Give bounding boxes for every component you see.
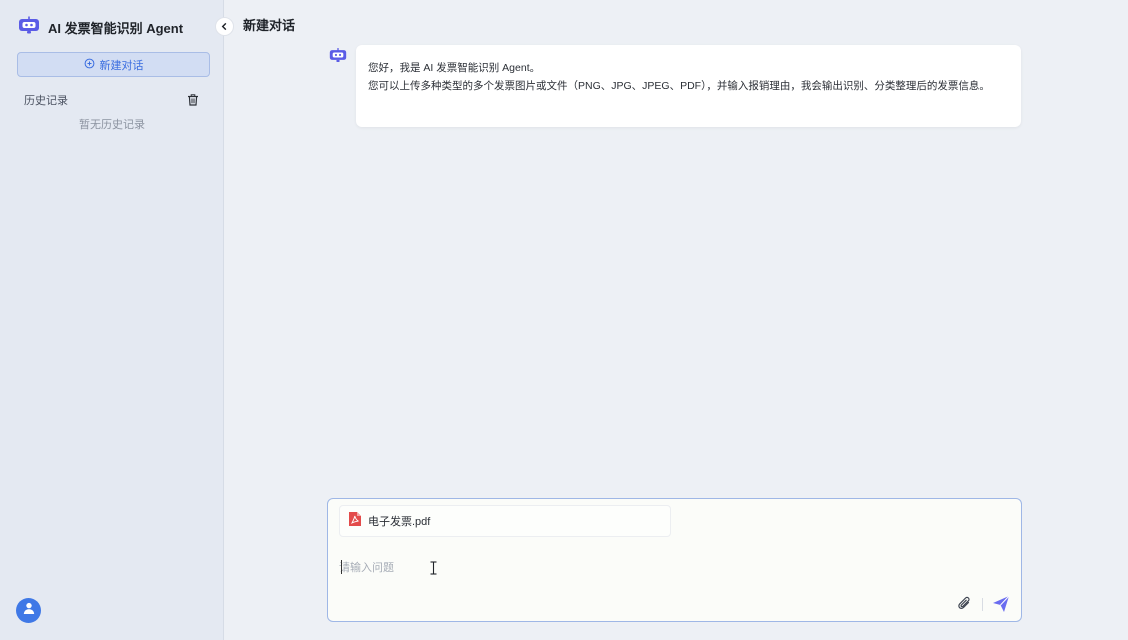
history-header: 历史记录 (24, 92, 201, 108)
paperclip-icon[interactable] (957, 596, 973, 612)
app-title: AI 发票智能识别 Agent (48, 20, 184, 36)
chat-main: 新建对话 您好，我是 AI 发票智能识别 Agent。 您可以上传多种类型的多个… (224, 0, 1128, 640)
new-chat-button[interactable]: 新建对话 (17, 52, 210, 77)
text-caret (341, 560, 342, 574)
robot-icon (18, 16, 40, 39)
divider (982, 598, 983, 611)
new-chat-label: 新建对话 (99, 59, 144, 72)
trash-icon[interactable] (187, 93, 201, 107)
assistant-robot-icon (329, 47, 347, 63)
send-icon[interactable] (991, 594, 1011, 614)
chevron-left-icon (220, 18, 229, 36)
history-empty-text: 暂无历史记录 (79, 119, 145, 131)
pdf-file-icon (348, 511, 362, 532)
assistant-message: 您好，我是 AI 发票智能识别 Agent。 您可以上传多种类型的多个发票图片或… (356, 45, 1021, 127)
message-line: 您好，我是 AI 发票智能识别 Agent。 (368, 62, 541, 74)
attachment-name: 电子发票.pdf (368, 516, 431, 528)
app-window: AI 发票智能识别 Agent 新建对话 历史记录 暂无历史记录 新建对话 您好… (0, 0, 1128, 640)
history-title: 历史记录 (24, 95, 68, 107)
user-icon (22, 601, 36, 620)
message-composer: 电子发票.pdf (327, 498, 1022, 622)
text-cursor-icon (429, 561, 438, 575)
page-title: 新建对话 (243, 18, 296, 33)
attachment-chip[interactable]: 电子发票.pdf (339, 505, 671, 537)
brand: AI 发票智能识别 Agent (18, 16, 183, 38)
user-avatar[interactable] (16, 598, 41, 623)
message-line: 您可以上传多种类型的多个发票图片或文件（PNG、JPG、JPEG、PDF），并输… (368, 79, 990, 92)
sidebar: AI 发票智能识别 Agent 新建对话 历史记录 暂无历史记录 (0, 0, 224, 640)
collapse-sidebar-button[interactable] (215, 17, 234, 36)
chat-plus-icon (84, 58, 95, 72)
